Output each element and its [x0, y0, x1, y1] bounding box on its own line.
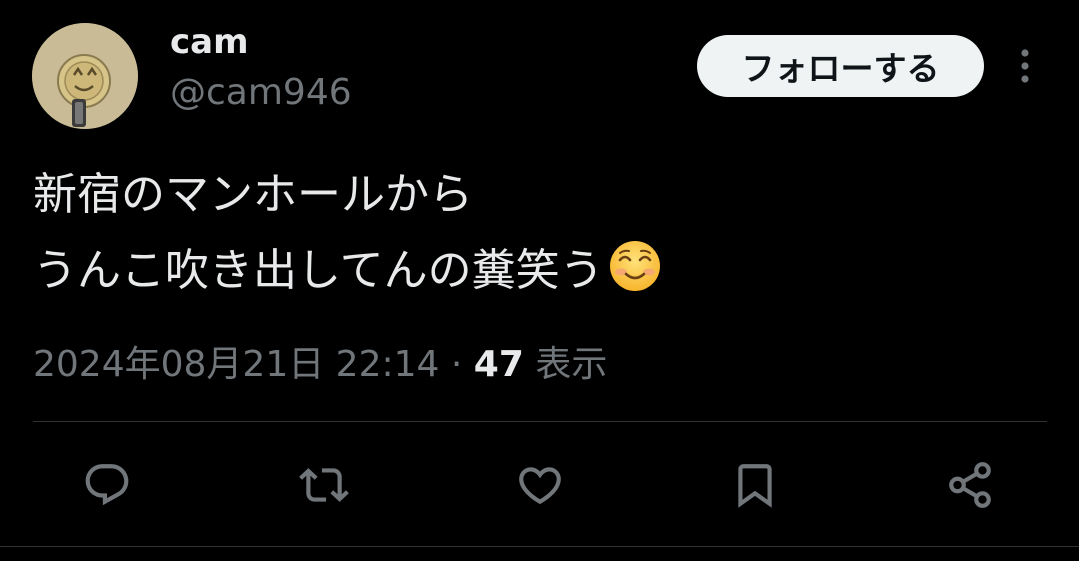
- share-button[interactable]: [943, 458, 997, 512]
- share-icon: [949, 462, 991, 508]
- bottom-divider: [0, 546, 1079, 547]
- more-vertical-icon: [1021, 49, 1029, 83]
- more-options-button[interactable]: [1005, 44, 1045, 88]
- reply-button[interactable]: [80, 458, 134, 512]
- reply-icon: [85, 464, 129, 506]
- avatar[interactable]: [32, 23, 138, 129]
- follow-button[interactable]: フォローする: [697, 35, 984, 97]
- timestamp[interactable]: 2024年08月21日 22:14: [33, 344, 439, 385]
- smiling-face-emoji-icon: [609, 241, 660, 291]
- meta-separator: ·: [450, 344, 463, 385]
- user-handle[interactable]: @cam946: [170, 72, 352, 113]
- display-name[interactable]: cam: [170, 22, 249, 62]
- bookmark-button[interactable]: [728, 458, 782, 512]
- heart-icon: [519, 467, 561, 505]
- bookmark-icon: [738, 464, 772, 508]
- tweet-meta: 2024年08月21日 22:14 · 47 表示: [33, 335, 607, 387]
- views-count: 47: [473, 344, 524, 385]
- tweet: cam @cam946 フォローする 新宿のマンホールから うんこ吹き出してんの…: [0, 0, 1079, 561]
- retweet-button[interactable]: [297, 458, 351, 512]
- like-button[interactable]: [513, 458, 567, 512]
- tweet-text-line-content: うんこ吹き出してんの糞笑う: [33, 245, 604, 296]
- views-label: 表示: [535, 344, 608, 385]
- avatar-image: [32, 23, 138, 129]
- retweet-icon: [299, 468, 349, 502]
- tweet-text: 新宿のマンホールから うんこ吹き出してんの糞笑う: [33, 157, 1033, 309]
- tweet-text-line: 新宿のマンホールから: [33, 169, 473, 220]
- tweet-text-line: うんこ吹き出してんの糞笑う: [33, 233, 1033, 309]
- divider: [33, 421, 1047, 422]
